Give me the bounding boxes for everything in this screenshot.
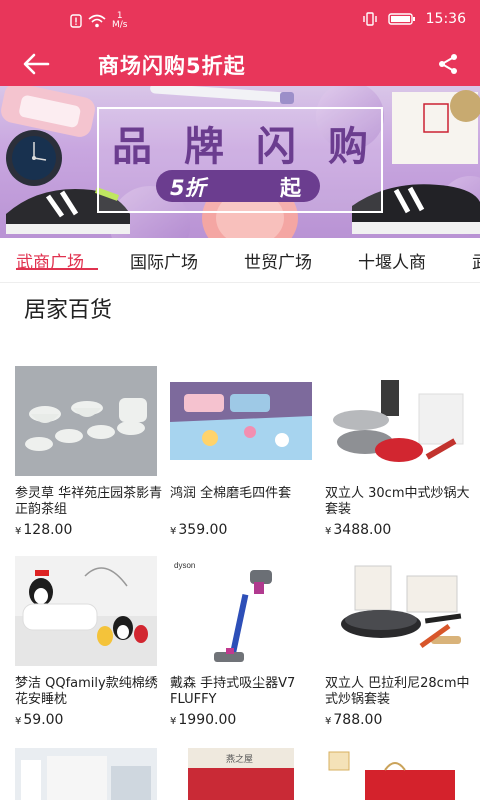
product-card[interactable]: 双立人 30cm中式炒锅大套装 ¥3488.00	[325, 366, 470, 546]
price-value: 3488.00	[333, 522, 392, 538]
gift-box-image	[392, 90, 480, 164]
product-price: ¥128.00	[15, 522, 72, 538]
price-value: 128.00	[23, 522, 73, 538]
currency-symbol: ¥	[15, 526, 22, 537]
status-left: 1 M/s	[70, 12, 128, 30]
price-value: 359.00	[178, 522, 228, 538]
product-name: 参灵草 华祥苑庄园茶影青正韵茶组	[15, 486, 163, 517]
product-price: ¥59.00	[15, 712, 63, 728]
price-value: 1990.00	[178, 712, 237, 728]
page-title: 商场闪购5折起	[98, 54, 246, 78]
product-card[interactable]: 鸿润 全棉磨毛四件套 ¥359.00	[170, 366, 312, 546]
product-card[interactable]: 双立人 巴拉利尼28cm中式炒锅套装 ¥788.00	[325, 556, 470, 736]
product-image-vacuum: dyson	[170, 556, 312, 666]
back-arrow-icon[interactable]	[22, 52, 50, 76]
header-bar: 商场闪购5折起	[0, 42, 480, 86]
status-right: 15:36	[362, 11, 466, 27]
currency-symbol: ¥	[170, 716, 177, 727]
product-card[interactable]: 梦洁 QQfamily款纯棉绣花安睡枕 ¥59.00	[15, 556, 158, 736]
price-value: 59.00	[23, 712, 64, 728]
banner-title-char: 购	[328, 124, 368, 170]
product-image-pillow	[15, 556, 157, 666]
battery-icon	[387, 13, 415, 25]
water-bottle-image	[1, 86, 95, 137]
product-price: ¥359.00	[170, 522, 227, 538]
network-speed: 1 M/s	[112, 12, 128, 30]
gift-box-label: 燕之屋	[226, 753, 253, 764]
product-name: 梦洁 QQfamily款纯棉绣花安睡枕	[15, 676, 158, 707]
product-price: ¥788.00	[325, 712, 382, 728]
product-image-gift-bag[interactable]	[325, 748, 467, 800]
banner-title-char: 品	[112, 124, 152, 170]
share-icon[interactable]	[436, 52, 460, 76]
section-title: 居家百货	[24, 298, 113, 323]
product-price: ¥1990.00	[170, 712, 236, 728]
banner-discount: 5折	[170, 176, 206, 200]
wifi-icon	[88, 14, 106, 28]
product-image-bedroom[interactable]	[15, 748, 157, 800]
currency-symbol: ¥	[170, 526, 177, 537]
network-speed-unit: M/s	[112, 20, 128, 30]
promo-banner[interactable]: 品 牌 闪 购 5折 起	[0, 86, 480, 238]
product-name: 鸿润 全棉磨毛四件套	[170, 486, 292, 501]
watch-image	[6, 130, 62, 186]
banner-title: 品 牌 闪 购	[112, 114, 368, 172]
alert-icon	[70, 14, 82, 28]
product-image-tea-set	[15, 366, 157, 476]
product-image-cookware-set	[325, 366, 467, 476]
product-image-gift-box[interactable]: 燕之屋	[188, 748, 294, 800]
product-image-wok-set	[325, 556, 467, 666]
tab-shiyan-renshang[interactable]: 十堰人商	[358, 248, 426, 273]
banner-suffix: 起	[280, 176, 301, 200]
product-price: ¥3488.00	[325, 522, 391, 538]
mall-tabs: 武商广场 国际广场 世贸广场 十堰人商 武	[0, 238, 480, 283]
tab-international-plaza[interactable]: 国际广场	[130, 248, 198, 273]
currency-symbol: ¥	[325, 526, 332, 537]
banner-title-char: 牌	[184, 124, 224, 170]
product-name: 双立人 巴拉利尼28cm中式炒锅套装	[325, 676, 470, 707]
product-name: 戴森 手持式吸尘器V7 FLUFFY	[170, 676, 296, 707]
tab-more[interactable]: 武	[472, 248, 480, 273]
toothbrush-image	[150, 86, 294, 104]
dyson-brand-logo: dyson	[174, 561, 195, 570]
vibrate-icon	[362, 12, 377, 26]
product-card[interactable]: dyson 戴森 手持式吸尘器V7 FLUFFY ¥1990.00	[170, 556, 312, 736]
active-tab-indicator	[16, 268, 98, 270]
product-card[interactable]: 参灵草 华祥苑庄园茶影青正韵茶组 ¥128.00	[15, 366, 162, 546]
currency-symbol: ¥	[15, 716, 22, 727]
tab-world-trade-plaza[interactable]: 世贸广场	[244, 248, 312, 273]
price-value: 788.00	[333, 712, 383, 728]
product-name: 双立人 30cm中式炒锅大套装	[325, 486, 470, 517]
product-image-bedding-set	[170, 366, 312, 476]
status-time: 15:36	[425, 11, 466, 27]
banner-title-char: 闪	[256, 124, 296, 170]
status-bar: 1 M/s 15:36	[0, 0, 480, 42]
currency-symbol: ¥	[325, 716, 332, 727]
